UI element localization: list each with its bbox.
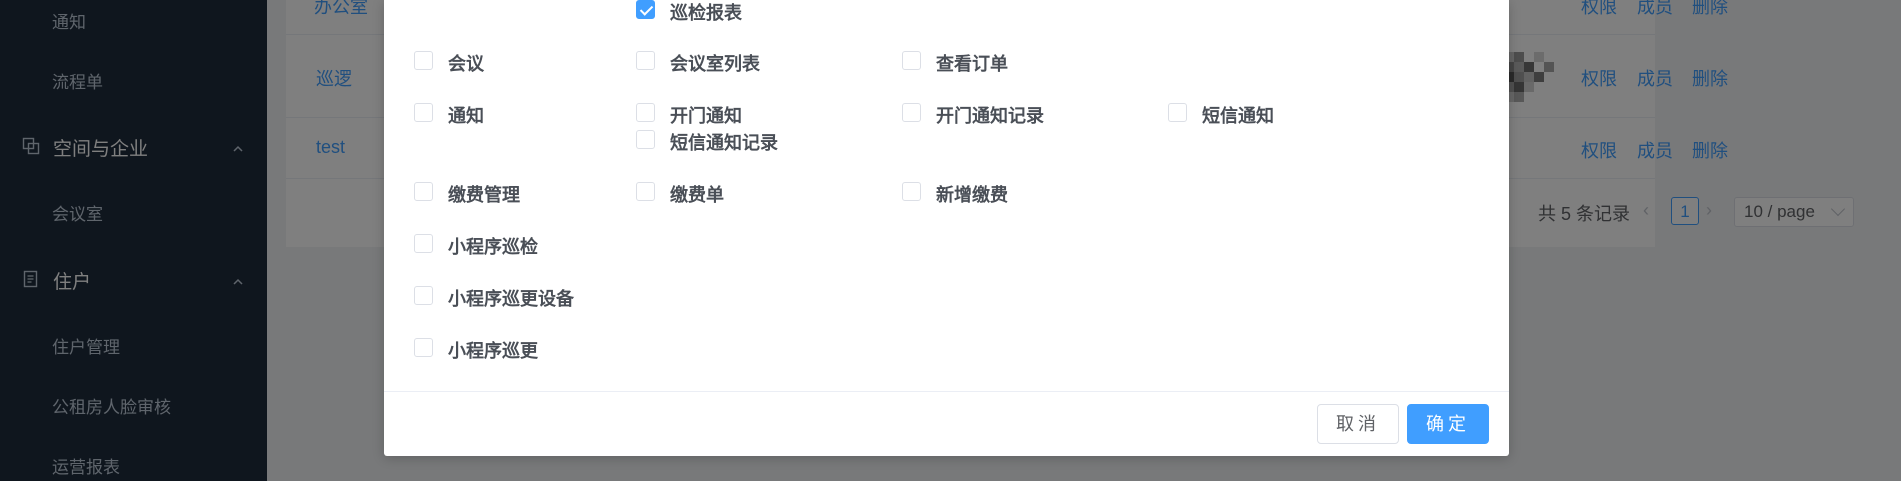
cancel-button[interactable]: 取消 bbox=[1317, 404, 1399, 444]
dialog-footer-divider bbox=[384, 391, 1509, 392]
confirm-button[interactable]: 确定 bbox=[1407, 404, 1489, 444]
check-icon bbox=[636, 0, 655, 19]
permission-dialog: 巡检报表 会议 会议室列表 查看订单 通知 开门通知 开门通知记录 短信通知 短… bbox=[384, 0, 1509, 456]
